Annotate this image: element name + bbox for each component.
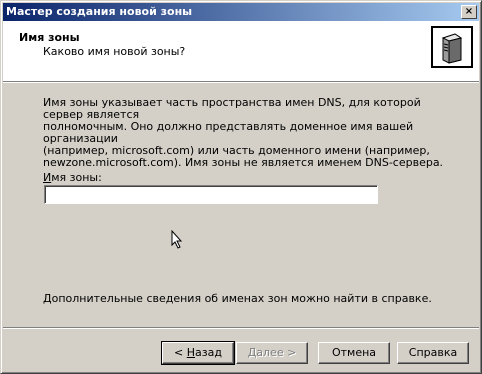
server-icon — [431, 26, 473, 68]
next-label: алее > — [256, 346, 297, 359]
accesskey: Н — [186, 346, 196, 359]
description-line: newzone.microsoft.com). Имя зоны не явля… — [43, 156, 444, 169]
label-text: мя зоны: — [51, 171, 102, 184]
page-title: Имя зоны — [19, 31, 80, 44]
mouse-pointer-icon — [171, 229, 183, 254]
zone-name-label: Имя зоны: — [43, 171, 102, 184]
description-line: Имя зоны указывает часть пространства им… — [43, 96, 421, 121]
zone-name-input[interactable] — [44, 185, 378, 204]
back-prefix: < — [174, 346, 187, 359]
description-line: полномочным. Оно должно представлять дом… — [43, 120, 414, 145]
next-button[interactable]: Далее > — [236, 342, 308, 364]
accesskey: Д — [247, 346, 257, 359]
help-note: Дополнительные сведения об именах зон мо… — [43, 292, 432, 305]
back-label: азад — [195, 346, 222, 359]
wizard-header: Имя зоны Каково имя новой зоны? — [3, 21, 479, 83]
window-title: Мастер создания новой зоны — [6, 5, 193, 18]
back-button[interactable]: < Назад — [161, 341, 235, 365]
close-button[interactable]: × — [461, 5, 477, 19]
cancel-button[interactable]: Отмена — [318, 342, 390, 364]
divider — [3, 327, 479, 329]
wizard-window: Мастер создания новой зоны × Имя зоны Ка… — [0, 0, 482, 374]
title-bar[interactable]: Мастер создания новой зоны × — [3, 3, 479, 21]
page-subtitle: Каково имя новой зоны? — [43, 45, 186, 58]
zone-description: Имя зоны указывает часть пространства им… — [43, 97, 455, 169]
close-icon: × — [464, 6, 474, 17]
help-button[interactable]: Справка — [397, 342, 469, 364]
accesskey: И — [43, 171, 52, 184]
